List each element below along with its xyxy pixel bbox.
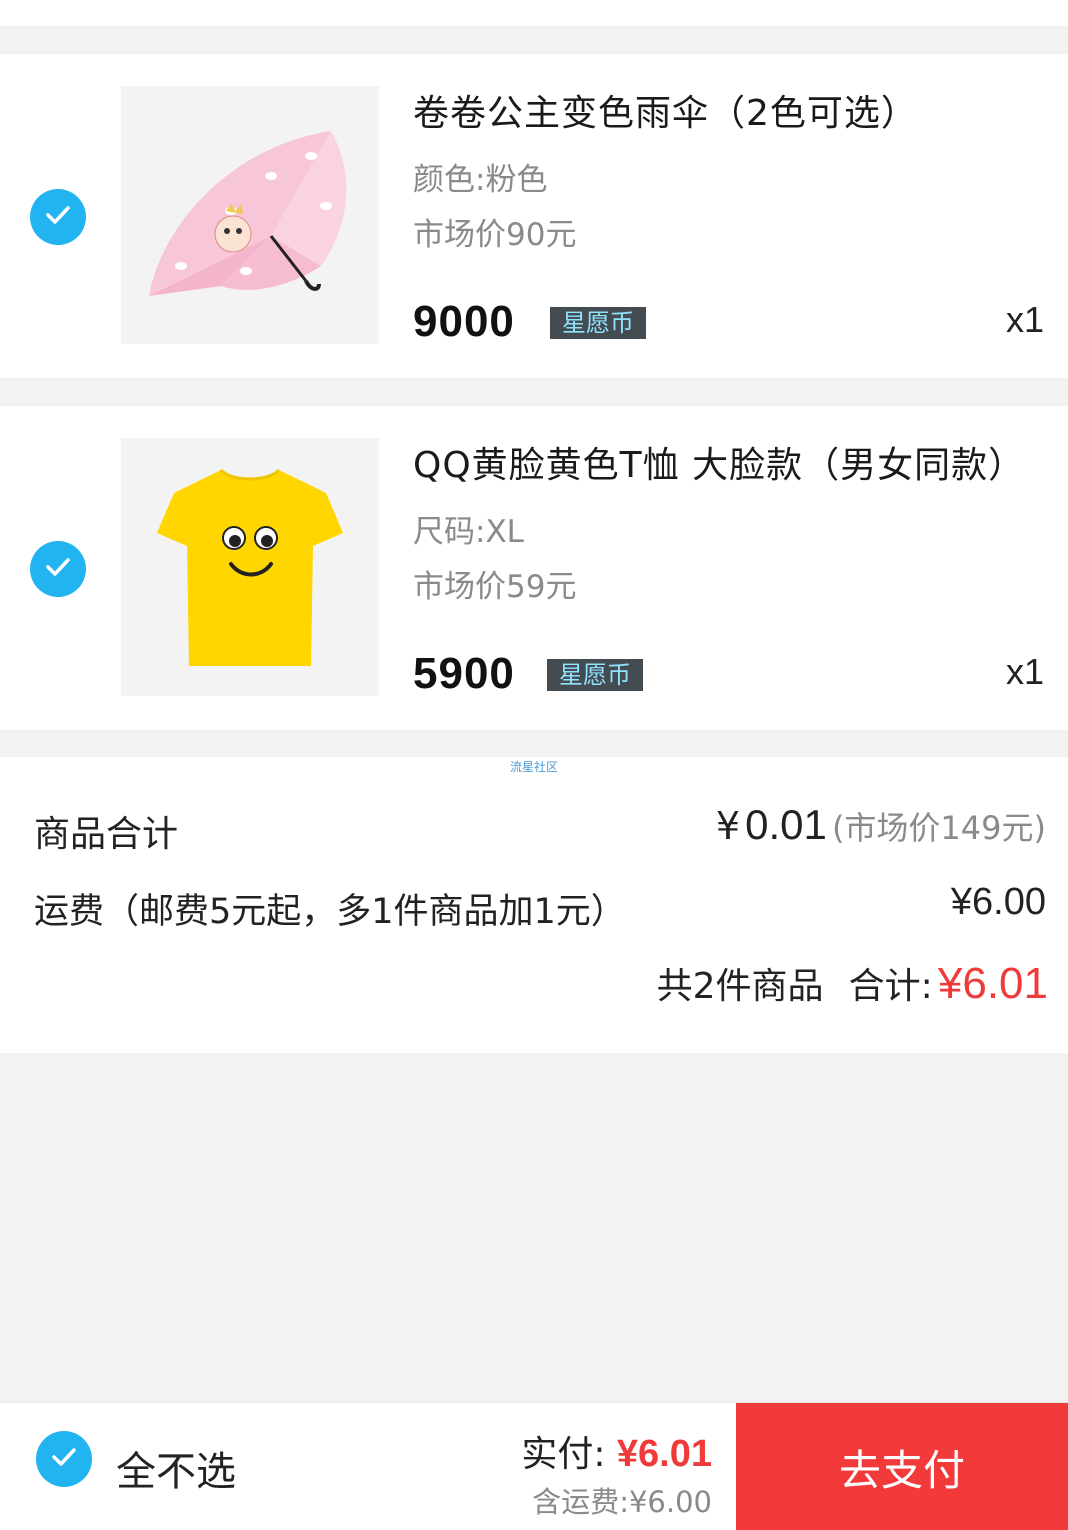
quantity: x1 bbox=[1005, 651, 1044, 692]
shipping-note: 含运费:¥6.00 bbox=[532, 1485, 712, 1519]
item-count: 共2件商品 bbox=[656, 966, 824, 1007]
product-price: 9000 bbox=[413, 297, 515, 346]
cart-item-umbrella[interactable]: 卷卷公主变色雨伞（2色可选） 颜色:粉色 市场价90元 9000 星愿币 x1 bbox=[0, 54, 1068, 378]
market-price: 市场价90元 bbox=[413, 217, 577, 253]
order-summary: 流星社区 商品合计 ¥ 0.01 (市场价149元) 运费（邮费5元起，多1件商… bbox=[0, 757, 1068, 1053]
shipping-label: 运费（邮费5元起，多1件商品加1元） bbox=[34, 892, 626, 932]
payment-info: 实付: ¥6.01 含运费:¥6.00 bbox=[521, 1425, 712, 1521]
item-checkbox[interactable] bbox=[30, 189, 86, 245]
top-strip bbox=[0, 0, 1068, 26]
item-checkbox[interactable] bbox=[30, 541, 86, 597]
product-title[interactable]: QQ黄脸黄色T恤 大脸款（男女同款） bbox=[413, 436, 1025, 488]
select-all-label[interactable]: 全不选 bbox=[116, 1439, 236, 1497]
total-value: ¥6.01 bbox=[937, 959, 1048, 1008]
shipping-value: ¥6.00 bbox=[950, 881, 1046, 923]
pay-button[interactable]: 去支付 bbox=[736, 1403, 1068, 1530]
checkout-bar: 全不选 实付: ¥6.01 含运费:¥6.00 去支付 bbox=[0, 1402, 1068, 1530]
total-label: 合计: bbox=[848, 966, 933, 1007]
tshirt-icon bbox=[157, 468, 343, 666]
cart-item-tshirt[interactable]: QQ黄脸黄色T恤 大脸款（男女同款） 尺码:XL 市场价59元 5900 星愿币… bbox=[0, 406, 1068, 730]
watermark: 流星社区 bbox=[509, 760, 558, 774]
pay-label: 实付: bbox=[521, 1434, 606, 1475]
product-spec: 颜色:粉色 bbox=[413, 162, 548, 198]
cart-page: 卷卷公主变色雨伞（2色可选） 颜色:粉色 市场价90元 9000 星愿币 x1 … bbox=[0, 0, 1068, 1530]
product-spec: 尺码:XL bbox=[413, 514, 524, 550]
pay-amount: ¥6.01 bbox=[616, 1433, 712, 1475]
product-price: 5900 bbox=[413, 649, 515, 698]
umbrella-icon bbox=[149, 131, 347, 296]
currency-badge: 星愿币 bbox=[550, 307, 646, 339]
goods-amount: 0.01 bbox=[745, 801, 827, 848]
quantity: x1 bbox=[1005, 299, 1044, 340]
goods-total-value: ¥ 0.01 (市场价149元) bbox=[716, 801, 1046, 849]
currency-symbol: ¥ bbox=[715, 804, 740, 848]
pay-line: 实付: ¥6.01 bbox=[521, 1425, 712, 1477]
product-title[interactable]: 卷卷公主变色雨伞（2色可选） bbox=[413, 84, 918, 136]
checkmark-icon bbox=[42, 199, 74, 235]
product-image-umbrella[interactable] bbox=[121, 86, 379, 344]
currency-badge: 星愿币 bbox=[547, 659, 643, 691]
checkmark-icon bbox=[42, 551, 74, 587]
market-price: 市场价59元 bbox=[413, 569, 577, 605]
product-image-tshirt[interactable] bbox=[121, 438, 379, 696]
goods-market-price: (市场价149元) bbox=[831, 809, 1046, 847]
checkmark-icon bbox=[48, 1441, 80, 1477]
order-total: 共2件商品 合计: ¥6.01 bbox=[657, 957, 1048, 1009]
select-all-checkbox[interactable] bbox=[36, 1431, 92, 1487]
